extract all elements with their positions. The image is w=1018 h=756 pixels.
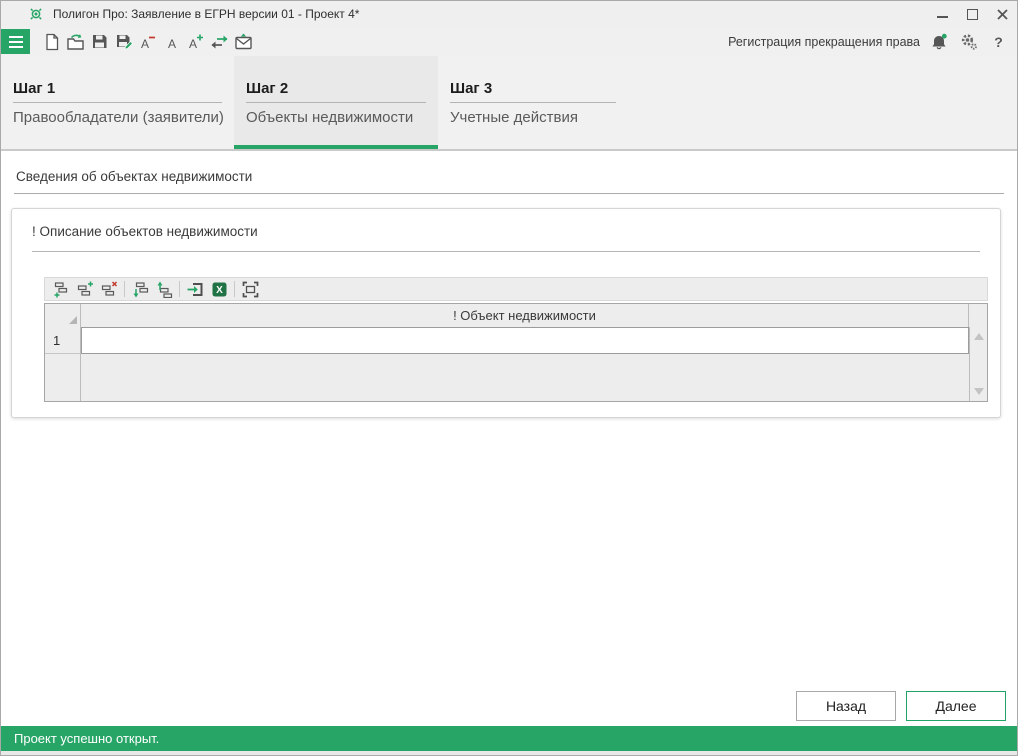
save-as-button[interactable] (112, 29, 135, 55)
close-icon (996, 8, 1008, 20)
tab-step-1[interactable]: Шаг 1 Правообладатели (заявители) (1, 56, 234, 149)
svg-text:A: A (141, 37, 149, 51)
font-increase-button[interactable]: A (184, 29, 207, 55)
svg-text:X: X (216, 285, 223, 296)
toolbar-separator (124, 281, 125, 297)
tab-step-subtitle: Объекты недвижимости (246, 109, 414, 126)
toolbar-separator (234, 281, 235, 297)
object-cell-input[interactable] (81, 327, 969, 354)
objects-panel: ! Описание объектов недвижимости X ! Объ… (11, 208, 1001, 418)
status-message: Проект успешно открыт. (14, 731, 160, 746)
grid-toolbar: X (44, 277, 988, 301)
font-decrease-button[interactable]: A (136, 29, 159, 55)
add-row-icon (54, 281, 67, 297)
table-body: 1 (45, 327, 987, 401)
wizard-footer: Назад Далее (1, 691, 1017, 726)
help-button[interactable]: ? (987, 29, 1010, 55)
import-icon (187, 282, 202, 296)
main-toolbar: A A A Регистрация прекращения права ? (1, 27, 1017, 56)
objects-table: ! Объект недвижимости 1 (44, 303, 988, 402)
font-decrease-icon: A (141, 36, 155, 51)
scroll-down-icon[interactable] (973, 388, 984, 395)
app-window: Полигон Про: Заявление в ЕГРН версии 01 … (0, 0, 1018, 756)
bell-icon (931, 33, 947, 49)
hamburger-icon (8, 35, 23, 38)
back-button[interactable]: Назад (796, 691, 896, 721)
maximize-icon (966, 8, 978, 20)
move-row-down-button[interactable] (128, 279, 152, 300)
minimize-icon (936, 16, 948, 18)
import-button[interactable] (183, 279, 207, 300)
fullscreen-button[interactable] (238, 279, 262, 300)
save-edit-icon (116, 34, 133, 50)
exchange-arrows-icon (211, 35, 228, 48)
new-document-icon (45, 33, 58, 50)
table-header-row: ! Объект недвижимости (45, 304, 987, 327)
font-increase-icon: A (189, 34, 203, 51)
settings-button[interactable] (957, 29, 980, 55)
table-main-column (81, 327, 969, 401)
send-mail-button[interactable] (232, 29, 255, 55)
insert-row-icon (77, 281, 93, 296)
corner-triangle-icon (69, 316, 77, 324)
save-button[interactable] (88, 29, 111, 55)
tab-step-title: Шаг 3 (450, 80, 616, 103)
window-bottom-border (1, 751, 1017, 755)
insert-row-button[interactable] (73, 279, 97, 300)
save-icon (93, 35, 107, 48)
panel-divider (32, 251, 980, 252)
tab-step-subtitle: Правообладатели (заявители) (13, 109, 224, 126)
delete-row-button[interactable] (97, 279, 121, 300)
row-number-cell[interactable]: 1 (45, 327, 80, 354)
panel-title: ! Описание объектов недвижимости (32, 224, 258, 239)
move-row-up-button[interactable] (152, 279, 176, 300)
move-row-down-icon (133, 281, 148, 297)
content-area: Сведения об объектах недвижимости ! Опис… (1, 151, 1017, 726)
titlebar: Полигон Про: Заявление в ЕГРН версии 01 … (1, 1, 1017, 27)
tab-step-2[interactable]: Шаг 2 Объекты недвижимости (234, 56, 438, 149)
table-scrollbar[interactable] (969, 327, 987, 401)
close-button[interactable] (987, 1, 1017, 27)
open-folder-icon (67, 33, 84, 50)
add-row-button[interactable] (49, 279, 73, 300)
status-bar: Проект успешно открыт. (1, 726, 1017, 751)
transfer-button[interactable] (208, 29, 231, 55)
fullscreen-icon (242, 281, 258, 297)
step-tabbar: Шаг 1 Правообладатели (заявители) Шаг 2 … (1, 56, 1017, 149)
header-scroll-pad (969, 304, 987, 327)
window-title: Полигон Про: Заявление в ЕГРН версии 01 … (53, 7, 360, 21)
toolbar-buttons: A A A (40, 29, 255, 55)
excel-export-button[interactable]: X (207, 279, 231, 300)
open-project-button[interactable] (64, 29, 87, 55)
select-all-corner-cell[interactable] (45, 304, 81, 327)
window-controls (927, 1, 1017, 27)
svg-text:A: A (168, 37, 176, 51)
toolbar-right: Регистрация прекращения права ? (728, 29, 1017, 55)
minimize-button[interactable] (927, 1, 957, 27)
move-row-up-icon (157, 281, 172, 298)
app-logo-icon (30, 8, 42, 20)
menu-button[interactable] (1, 29, 30, 54)
toolbar-separator (179, 281, 180, 297)
svg-text:A: A (189, 37, 197, 51)
tab-step-3[interactable]: Шаг 3 Учетные действия (438, 56, 628, 149)
gear-icon (961, 33, 977, 50)
section-title: Сведения об объектах недвижимости (14, 163, 1004, 194)
mode-label: Регистрация прекращения права (728, 34, 920, 49)
tab-step-title: Шаг 1 (13, 80, 222, 103)
next-button[interactable]: Далее (906, 691, 1006, 721)
envelope-icon (235, 33, 252, 50)
delete-row-icon (101, 280, 117, 296)
scroll-up-icon[interactable] (973, 333, 984, 340)
row-number-column: 1 (45, 327, 81, 401)
font-reset-button[interactable]: A (160, 29, 183, 55)
tab-step-title: Шаг 2 (246, 80, 426, 103)
notifications-button[interactable] (927, 29, 950, 55)
excel-icon: X (212, 282, 226, 296)
column-header-object: ! Объект недвижимости (81, 304, 969, 327)
maximize-button[interactable] (957, 1, 987, 27)
font-reset-icon: A (168, 37, 176, 51)
new-project-button[interactable] (40, 29, 63, 55)
tab-step-subtitle: Учетные действия (450, 109, 578, 126)
